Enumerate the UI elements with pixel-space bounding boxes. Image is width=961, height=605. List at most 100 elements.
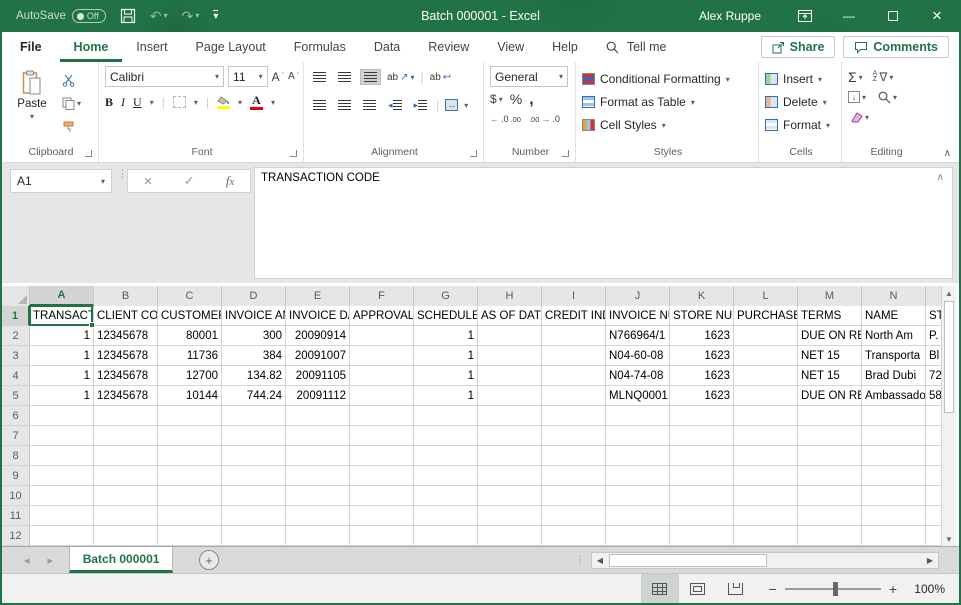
top-align-button[interactable] [310, 70, 329, 84]
cell-E5[interactable]: 20091112 [286, 386, 350, 406]
cell-I8[interactable] [542, 446, 606, 466]
decrease-decimal-button[interactable]: .00→.0 [529, 111, 560, 127]
orientation-button[interactable]: ab↗▾ [387, 69, 415, 85]
cell-F1[interactable]: APPROVAL CODE [350, 306, 414, 326]
collapse-formula-bar-icon[interactable]: ∧ [937, 172, 944, 183]
cell-D4[interactable]: 134.82 [222, 366, 286, 386]
page-layout-view-button[interactable] [679, 574, 717, 603]
cell-B1[interactable]: CLIENT CODE [94, 306, 158, 326]
cell-L3[interactable] [734, 346, 798, 366]
cell-G7[interactable] [414, 426, 478, 446]
sort-filter-button[interactable]: AZ∇▾ [873, 69, 894, 85]
cell-K8[interactable] [670, 446, 734, 466]
cell-G4[interactable]: 1 [414, 366, 478, 386]
zoom-slider[interactable] [785, 588, 881, 590]
number-format-combo[interactable]: General▾ [490, 66, 568, 87]
zoom-in-button[interactable]: + [889, 581, 897, 597]
percent-style-button[interactable]: % [510, 91, 522, 107]
cell-F4[interactable] [350, 366, 414, 386]
cell-N10[interactable] [862, 486, 926, 506]
cell-I1[interactable]: CREDIT INDICATOR [542, 306, 606, 326]
tell-me-search[interactable]: Tell me [606, 40, 667, 54]
cell-J2[interactable]: N766964/1 [606, 326, 670, 346]
cell-N12[interactable] [862, 526, 926, 546]
fill-color-dropdown-icon[interactable]: ▾ [238, 98, 242, 107]
formula-bar-input[interactable]: TRANSACTION CODE ∧ [254, 167, 953, 279]
tab-scroll-splitter[interactable]: ⋮ [575, 558, 591, 563]
autosave-pill[interactable]: Off [72, 9, 106, 23]
cell-N3[interactable]: Transporta [862, 346, 926, 366]
cell-E11[interactable] [286, 506, 350, 526]
row-header-1[interactable]: 1 [2, 306, 30, 326]
cell-D11[interactable] [222, 506, 286, 526]
cell-G8[interactable] [414, 446, 478, 466]
cell-B3[interactable]: 12345678 [94, 346, 158, 366]
cell-F2[interactable] [350, 326, 414, 346]
cell-F9[interactable] [350, 466, 414, 486]
comma-style-button[interactable]: , [529, 91, 534, 107]
cell-J8[interactable] [606, 446, 670, 466]
insert-cells-button[interactable]: Insert▾ [765, 68, 837, 90]
ribbon-display-options-button[interactable] [783, 0, 827, 32]
zoom-slider-thumb[interactable] [833, 582, 838, 596]
cell-B2[interactable]: 12345678 [94, 326, 158, 346]
cell-I2[interactable] [542, 326, 606, 346]
cell-J10[interactable] [606, 486, 670, 506]
row-header-3[interactable]: 3 [2, 346, 30, 366]
increase-font-button[interactable]: Aˆ [272, 69, 284, 85]
italic-button[interactable]: I [121, 95, 125, 110]
accounting-format-button[interactable]: $▾ [490, 91, 503, 107]
cell-M5[interactable]: DUE ON RECEIPT [798, 386, 862, 406]
cell-L11[interactable] [734, 506, 798, 526]
cell-N8[interactable] [862, 446, 926, 466]
cell-D5[interactable]: 744.24 [222, 386, 286, 406]
cell-D12[interactable] [222, 526, 286, 546]
cell-C6[interactable] [158, 406, 222, 426]
scroll-down-icon[interactable]: ▼ [942, 532, 956, 546]
cell-F5[interactable] [350, 386, 414, 406]
cell-K10[interactable] [670, 486, 734, 506]
scroll-up-icon[interactable]: ▲ [942, 286, 956, 300]
cell-K11[interactable] [670, 506, 734, 526]
paste-button[interactable]: Paste ▾ [8, 66, 56, 142]
autosave-toggle[interactable]: AutoSave Off [16, 9, 106, 23]
cell-K12[interactable] [670, 526, 734, 546]
cell-H8[interactable] [478, 446, 542, 466]
col-header-G[interactable]: G [414, 286, 478, 306]
customize-qat-button[interactable]: ▾ [213, 10, 218, 22]
font-color-dropdown-icon[interactable]: ▾ [271, 98, 275, 107]
cell-B12[interactable] [94, 526, 158, 546]
cell-J4[interactable]: N04-74-08 [606, 366, 670, 386]
cell-A5[interactable]: 1 [30, 386, 94, 406]
cell-I7[interactable] [542, 426, 606, 446]
sheet-tab-batch-000001[interactable]: Batch 000001 [69, 547, 173, 573]
cell-B7[interactable] [94, 426, 158, 446]
cell-H11[interactable] [478, 506, 542, 526]
cell-A2[interactable]: 1 [30, 326, 94, 346]
cell-K3[interactable]: 1623 [670, 346, 734, 366]
increase-decimal-button[interactable]: ←.0.00 [490, 111, 521, 127]
cell-C4[interactable]: 12700 [158, 366, 222, 386]
font-color-button[interactable]: A [250, 94, 263, 110]
sheet-nav-left-icon[interactable]: ◂ [24, 554, 30, 567]
col-header-I[interactable]: I [542, 286, 606, 306]
close-button[interactable]: × [915, 0, 959, 32]
cell-A12[interactable] [30, 526, 94, 546]
cancel-entry-icon[interactable]: × [144, 173, 153, 190]
font-dialog-launcher[interactable] [290, 150, 297, 157]
row-header-5[interactable]: 5 [2, 386, 30, 406]
selected-cell-outline[interactable] [29, 305, 93, 326]
cell-C11[interactable] [158, 506, 222, 526]
align-center-button[interactable] [335, 98, 354, 112]
scroll-right-icon[interactable]: ▶ [922, 556, 938, 565]
conditional-formatting-button[interactable]: Conditional Formatting▾ [582, 68, 754, 90]
col-header-D[interactable]: D [222, 286, 286, 306]
cell-E10[interactable] [286, 486, 350, 506]
cell-G6[interactable] [414, 406, 478, 426]
cell-E2[interactable]: 20090914 [286, 326, 350, 346]
zoom-level[interactable]: 100% [907, 582, 945, 596]
cell-D6[interactable] [222, 406, 286, 426]
cell-H12[interactable] [478, 526, 542, 546]
font-size-combo[interactable]: 11▾ [228, 66, 268, 87]
bottom-align-button[interactable] [360, 69, 381, 85]
